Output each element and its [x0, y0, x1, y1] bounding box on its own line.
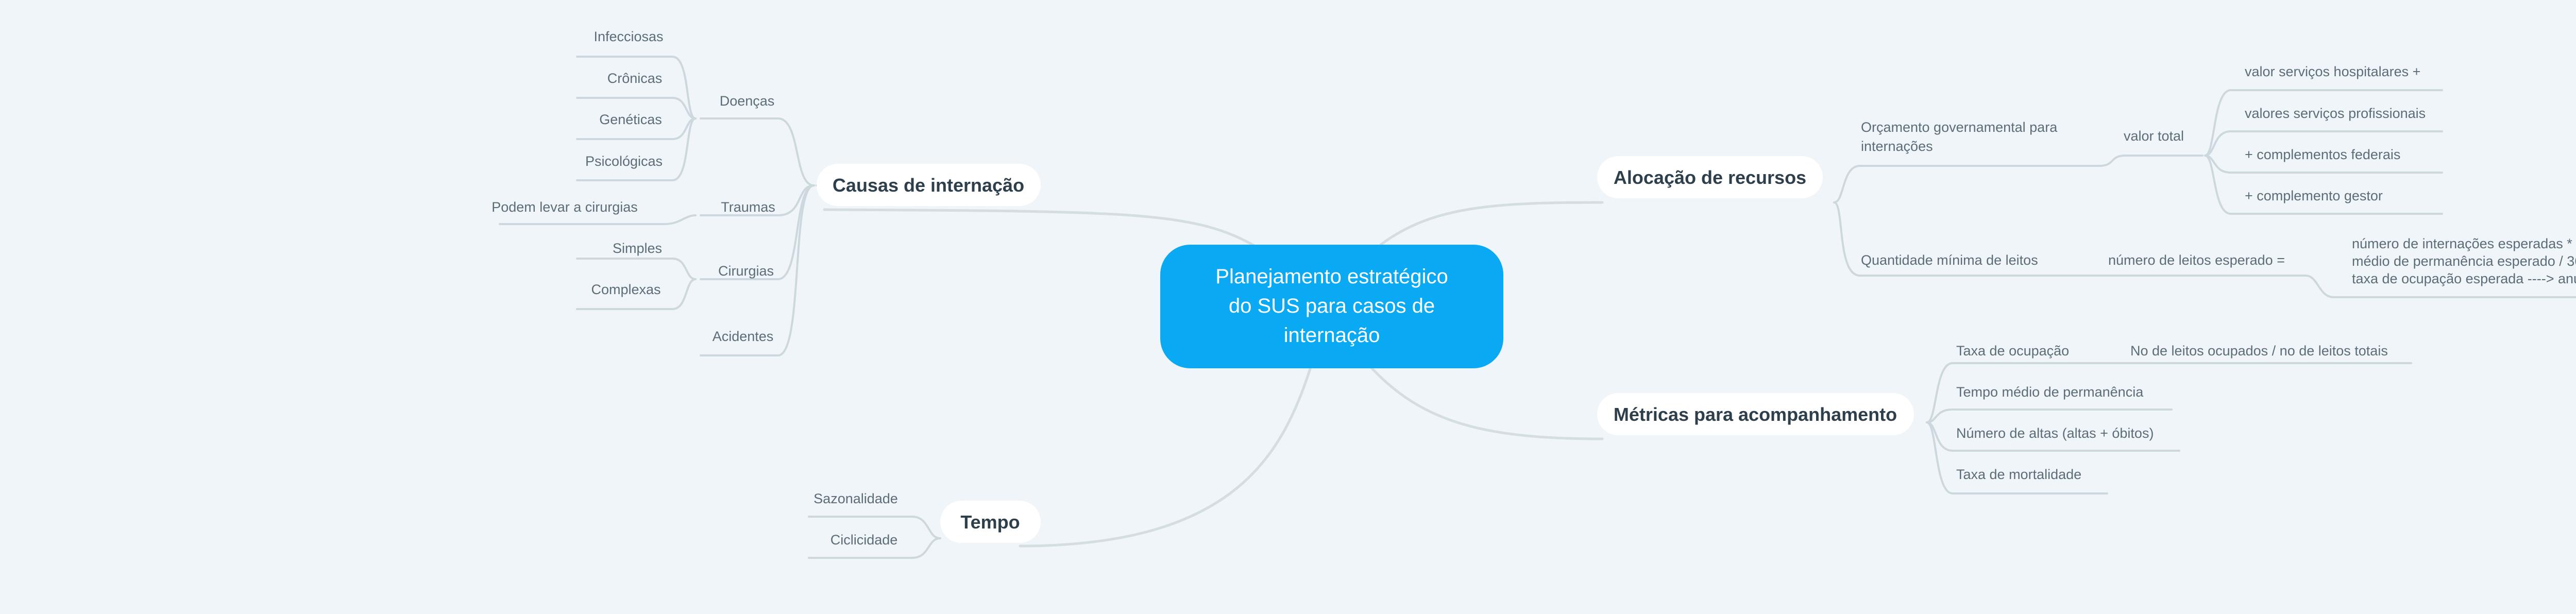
- leaf-complementos-federais[interactable]: + complementos federais: [2245, 147, 2400, 162]
- link-cirurgias-simples: [576, 258, 697, 280]
- subtopic-valor-total[interactable]: valor total: [2124, 128, 2184, 144]
- central-topic[interactable]: Planejamento estratégico do SUS para cas…: [1160, 245, 1503, 368]
- link-traumas-cirurgias-leaf: [499, 214, 697, 225]
- leaf-formula-line-2[interactable]: médio de permanência esperado / 365 *: [2352, 253, 2576, 269]
- subtopic-orcamento-line-2[interactable]: internações: [1861, 139, 1933, 154]
- link-central-alocacao: [1379, 201, 1604, 246]
- subtopic-taxa-de-ocupacao[interactable]: Taxa de ocupação: [1956, 343, 2069, 359]
- central-topic-line-2: do SUS para casos de: [1229, 295, 1435, 317]
- link-central-causas: [823, 208, 1259, 249]
- leaf-geneticas[interactable]: Genéticas: [599, 112, 662, 127]
- leaf-sazonalidade[interactable]: Sazonalidade: [814, 491, 898, 506]
- leaf-complemento-gestor[interactable]: + complemento gestor: [2245, 188, 2383, 203]
- leaf-infecciosas[interactable]: Infecciosas: [594, 29, 663, 44]
- link-orcamento-valortotal: [2098, 155, 2204, 167]
- link-metricas-permanencia: [1926, 408, 2173, 423]
- topic-alocacao-label: Alocação de recursos: [1614, 167, 1806, 188]
- leaf-formula-line-1[interactable]: número de internações esperadas * tempo: [2352, 236, 2576, 251]
- subtopic-quantidade-minima-de-leitos[interactable]: Quantidade mínima de leitos: [1861, 252, 2038, 268]
- link-causas-doencas: [700, 117, 815, 186]
- subtopic-doencas[interactable]: Doenças: [720, 93, 775, 109]
- leaf-formula-line-3[interactable]: taxa de ocupação esperada ----> anual!: [2352, 271, 2576, 286]
- mind-map-canvas: Planejamento estratégico do SUS para cas…: [492, 29, 2576, 559]
- leaf-psicologicas[interactable]: Psicológicas: [585, 154, 663, 169]
- link-valortotal-item4: [2204, 155, 2443, 215]
- topic-metricas-label: Métricas para acompanhamento: [1614, 404, 1897, 425]
- topic-causas-de-internacao[interactable]: Causas de internação: [817, 164, 1041, 206]
- topic-alocacao-de-recursos[interactable]: Alocação de recursos: [1597, 156, 1823, 198]
- subtopic-numero-de-altas[interactable]: Número de altas (altas + óbitos): [1956, 425, 2154, 441]
- leaf-valores-servicos-profissionais[interactable]: valores serviços profissionais: [2245, 106, 2426, 121]
- central-topic-line-1: Planejamento estratégico: [1215, 265, 1448, 288]
- topic-tempo-label: Tempo: [960, 511, 1020, 533]
- central-topic-line-3: internação: [1284, 324, 1380, 347]
- leaf-cronicas[interactable]: Crônicas: [607, 71, 663, 86]
- subtopic-acidentes[interactable]: Acidentes: [713, 329, 774, 344]
- subtopic-cirurgias[interactable]: Cirurgias: [718, 263, 774, 279]
- link-valortotal-item1: [2204, 89, 2443, 157]
- topic-tempo[interactable]: Tempo: [940, 501, 1041, 543]
- leaf-ocupacao-formula[interactable]: No de leitos ocupados / no de leitos tot…: [2130, 343, 2388, 359]
- link-alocacao-orcamento: [1833, 165, 2100, 203]
- topic-metricas-para-acompanhamento[interactable]: Métricas para acompanhamento: [1597, 393, 1914, 435]
- link-doencas-infecciosas: [576, 56, 697, 120]
- subtopic-orcamento-line-1[interactable]: Orçamento governamental para: [1861, 120, 2058, 135]
- subtopic-traumas[interactable]: Traumas: [721, 199, 775, 215]
- connector-lines: [499, 56, 2576, 559]
- subtopic-taxa-de-mortalidade[interactable]: Taxa de mortalidade: [1956, 467, 2081, 482]
- subtopic-tempo-medio-de-permanencia[interactable]: Tempo médio de permanência: [1956, 384, 2144, 400]
- link-central-tempo: [1019, 364, 1313, 548]
- leaf-complexas[interactable]: Complexas: [591, 282, 660, 297]
- leaf-ciclicidade[interactable]: Ciclicidade: [831, 532, 898, 548]
- leaf-simples[interactable]: Simples: [613, 241, 662, 256]
- link-central-metricas: [1369, 365, 1604, 440]
- link-doencas-psicologicas: [576, 117, 697, 181]
- leaf-valor-servicos-hospitalares[interactable]: valor serviços hospitalares +: [2245, 64, 2420, 79]
- subtopic-numero-de-leitos-esperado[interactable]: número de leitos esperado =: [2108, 252, 2285, 268]
- leaf-podem-levar-a-cirurgias[interactable]: Podem levar a cirurgias: [492, 199, 638, 215]
- topic-causas-label: Causas de internação: [833, 175, 1024, 196]
